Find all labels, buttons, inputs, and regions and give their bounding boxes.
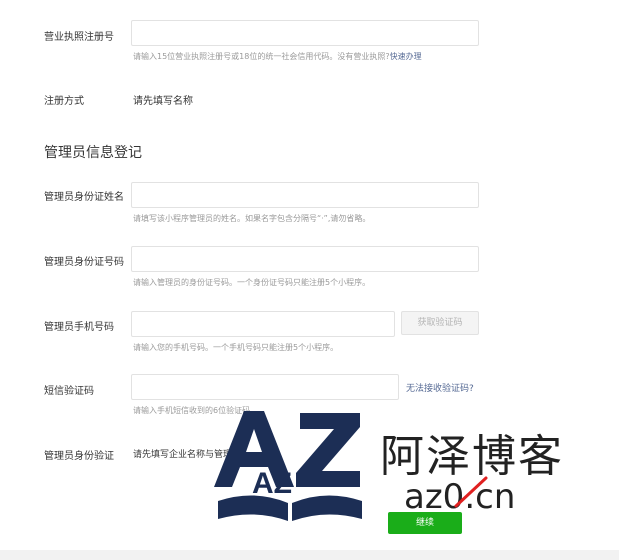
sms-code-label: 短信验证码 (44, 386, 94, 397)
red-stroke-decoration (454, 476, 488, 508)
admin-name-hint: 请填写该小程序管理员的姓名。如果名字包含分隔号“·”,请勿省略。 (133, 214, 371, 223)
admin-verify-label: 管理员身份验证 (44, 451, 114, 462)
admin-phone-hint: 请输入您的手机号码。一个手机号码只能注册5个小程序。 (133, 343, 339, 352)
quick-apply-link[interactable]: 快速办理 (390, 52, 422, 61)
cannot-receive-code-link[interactable]: 无法接收验证码? (406, 381, 474, 394)
admin-id-hint: 请输入管理员的身份证号码。一个身份证号码只能注册5个小程序。 (133, 278, 371, 287)
bottom-bar (0, 550, 619, 560)
admin-phone-label: 管理员手机号码 (44, 322, 114, 333)
register-method-value: 请先填写名称 (133, 96, 193, 107)
admin-name-label: 管理员身份证姓名 (44, 192, 124, 203)
admin-id-label: 管理员身份证号码 (44, 257, 124, 268)
sms-code-input[interactable] (131, 374, 399, 400)
admin-id-input[interactable] (131, 246, 479, 272)
license-hint: 请输入15位营业执照注册号或18位的统一社会信用代码。没有营业执照?快速办理 (133, 52, 422, 61)
continue-button[interactable]: 继续 (388, 512, 462, 534)
license-input[interactable] (131, 20, 479, 46)
license-label: 营业执照注册号 (44, 32, 114, 43)
admin-name-input[interactable] (131, 182, 479, 208)
register-method-label: 注册方式 (44, 96, 84, 107)
az-logo-text: AZ (252, 467, 292, 500)
admin-phone-input[interactable] (131, 311, 395, 337)
az-logo: AZ (214, 411, 362, 521)
admin-section-title: 管理员信息登记 (44, 145, 142, 161)
get-code-button[interactable]: 获取验证码 (401, 311, 479, 335)
